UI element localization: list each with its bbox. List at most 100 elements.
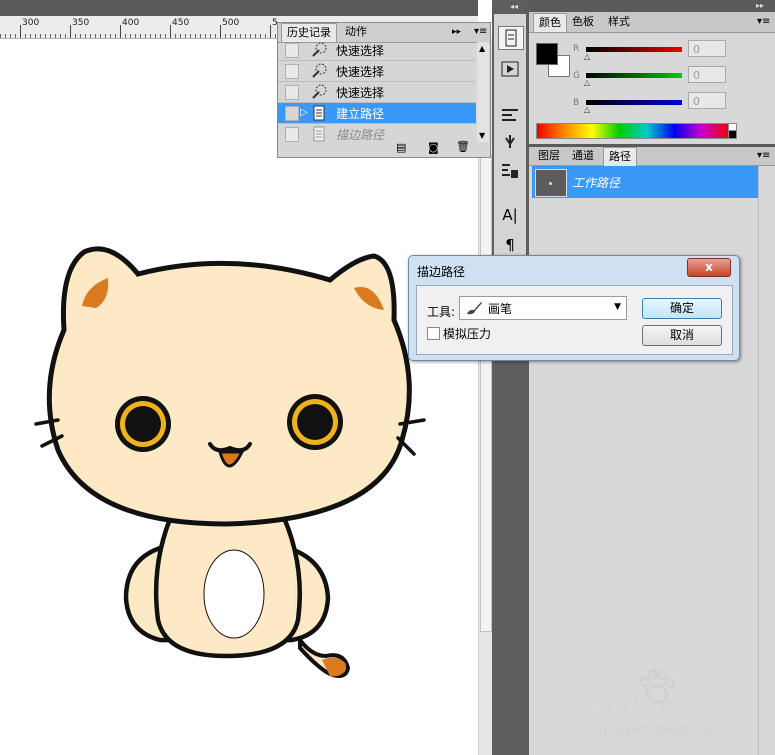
ruler-label: 300 (22, 18, 40, 28)
green-value-field[interactable]: 0 (688, 66, 726, 83)
slider-handle-icon[interactable]: △ (584, 52, 590, 61)
history-item[interactable]: 快速选择 (278, 42, 476, 61)
dialog-title: 描边路径 (417, 265, 466, 279)
tab-actions[interactable]: 动作 (340, 23, 372, 41)
clone-source-icon[interactable] (498, 160, 522, 182)
ruler-label: 400 (122, 18, 140, 28)
watermark-brand: Baidu经验 (597, 694, 722, 722)
document-icon (313, 105, 325, 121)
history-list: 快速选择 快速选择 快速选择 ▷ 建立路径 描边路径 (278, 42, 490, 142)
snapshot-checkbox[interactable] (285, 127, 299, 142)
watermark-url: jingyan.baidu.com (599, 722, 727, 736)
close-button[interactable]: x (687, 258, 731, 277)
path-item-selected[interactable]: 工作路径 (532, 166, 758, 198)
red-value-field[interactable]: 0 (688, 40, 726, 57)
snapshot-checkbox[interactable] (285, 64, 299, 79)
scroll-up-icon[interactable]: ▲ (479, 44, 485, 53)
quick-select-icon (312, 42, 327, 57)
collapse-icon[interactable]: ▸▸ (756, 1, 764, 10)
color-spectrum-ramp[interactable] (536, 123, 730, 139)
panel-menu-icon[interactable]: ▾≡ (474, 26, 487, 37)
tool-label: 工具: (427, 305, 456, 319)
color-sliders: R △ 0 G △ 0 B △ 0 (529, 40, 775, 120)
ruler-tick (20, 25, 21, 38)
history-panel-icon[interactable] (498, 26, 524, 50)
actions-panel-icon[interactable] (498, 58, 522, 80)
black-swatch[interactable] (728, 130, 737, 139)
green-slider[interactable] (586, 73, 682, 78)
red-slider[interactable] (586, 47, 682, 52)
ruler-tick (120, 25, 121, 38)
ruler-tick (270, 25, 271, 38)
foreground-color-swatch[interactable] (536, 43, 558, 65)
ruler-top-bar (0, 0, 478, 16)
history-item[interactable]: 快速选择 (278, 61, 476, 82)
ok-button[interactable]: 确定 (642, 298, 722, 319)
channel-label: R (573, 44, 580, 54)
paths-tabbar: 图层 通道 路径 ▾≡ (529, 147, 775, 166)
character-panel-icon[interactable]: A| (498, 206, 522, 228)
tab-color[interactable]: 颜色 (533, 13, 567, 32)
paths-scrollbar[interactable] (758, 166, 773, 755)
history-item-selected[interactable]: ▷ 建立路径 (278, 103, 476, 124)
stroke-path-dialog: 描边路径 x 工具: 画笔 ▼ 模拟压力 确定 取消 (408, 255, 740, 361)
brush-presets-icon[interactable] (498, 104, 522, 126)
tab-history[interactable]: 历史记录 (281, 23, 337, 42)
history-item-label: 描边路径 (336, 128, 385, 142)
history-item-label: 建立路径 (336, 107, 385, 121)
history-scrollbar[interactable]: ▲ ▼ (477, 42, 489, 142)
tab-styles[interactable]: 样式 (603, 13, 635, 31)
channel-label: G (573, 71, 580, 81)
snapshot-checkbox[interactable] (285, 85, 299, 100)
brush-panel-icon[interactable] (498, 132, 522, 154)
panel-icon-column: A| ¶ (494, 14, 526, 264)
snapshot-checkbox[interactable] (285, 43, 299, 58)
blue-slider[interactable] (586, 100, 682, 105)
ruler-tick (70, 25, 71, 38)
scrollbar-thumb[interactable] (480, 155, 492, 632)
close-icon: x (705, 260, 713, 274)
simulate-pressure-checkbox[interactable] (427, 327, 440, 340)
channel-label: B (573, 98, 580, 108)
simulate-pressure-label: 模拟压力 (443, 327, 492, 341)
dialog-body: 工具: 画笔 ▼ 模拟压力 确定 取消 (416, 285, 733, 355)
panel-menu-icon[interactable]: ▾≡ (757, 16, 770, 27)
history-item-dimmed[interactable]: 描边路径 (278, 124, 476, 142)
slider-handle-icon[interactable]: △ (584, 105, 590, 114)
history-item-label: 快速选择 (336, 44, 385, 58)
color-tabbar: 颜色 色板 样式 ▾≡ (529, 12, 775, 33)
ruler-tick (220, 25, 221, 38)
cat-belly (203, 549, 265, 639)
scroll-down-icon[interactable]: ▼ (479, 131, 485, 140)
cancel-button[interactable]: 取消 (642, 325, 722, 346)
tool-select[interactable]: 画笔 ▼ (459, 296, 627, 320)
snapshot-checkbox[interactable] (285, 106, 299, 121)
ruler-tick (170, 25, 171, 38)
expand-dock-icon[interactable]: ◂◂ (510, 2, 518, 11)
chevron-down-icon: ▼ (614, 302, 621, 312)
brush-icon (467, 302, 482, 315)
path-item-label: 工作路径 (572, 176, 621, 190)
right-panel-header (529, 0, 775, 12)
panel-menu-icon[interactable]: ▾≡ (757, 150, 770, 161)
baidu-watermark: Baidu经验 jingyan.baidu.com (597, 670, 757, 750)
history-item-label: 快速选择 (336, 86, 385, 100)
tab-channels[interactable]: 通道 (567, 147, 599, 165)
history-state-arrow-icon: ▷ (300, 107, 308, 118)
quick-select-icon (312, 63, 327, 78)
path-thumbnail (535, 169, 567, 197)
ruler-label: 500 (222, 18, 240, 28)
new-snapshot-from-state-icon[interactable]: ▤ (396, 141, 406, 154)
tab-layers[interactable]: 图层 (533, 147, 565, 165)
tab-swatches[interactable]: 色板 (567, 13, 599, 31)
tool-select-value: 画笔 (488, 302, 513, 316)
history-item[interactable]: 快速选择 (278, 82, 476, 103)
collapse-icon[interactable]: ▸▸ (452, 27, 461, 37)
trash-icon[interactable]: 🗑 (456, 140, 470, 153)
tab-paths[interactable]: 路径 (603, 147, 637, 166)
document-icon (313, 126, 325, 142)
new-snapshot-icon[interactable]: ◙ (428, 141, 439, 154)
slider-handle-icon[interactable]: △ (584, 78, 590, 87)
history-panel: 历史记录 动作 ▸▸ ▾≡ 快速选择 快速选择 快速选择 ▷ 建立路径 描边路径… (277, 22, 491, 158)
blue-value-field[interactable]: 0 (688, 92, 726, 109)
